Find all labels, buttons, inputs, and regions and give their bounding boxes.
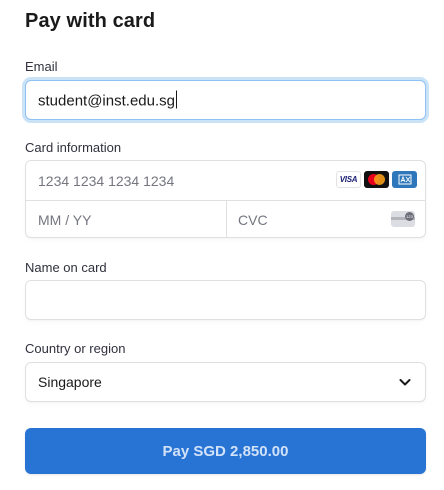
visa-icon: VISA bbox=[336, 171, 361, 188]
email-label: Email bbox=[25, 59, 58, 74]
expiry-field[interactable]: MM / YY bbox=[26, 200, 227, 237]
page-title: Pay with card bbox=[25, 10, 156, 32]
cvc-field[interactable]: CVC 123 bbox=[226, 200, 425, 237]
name-on-card-field[interactable] bbox=[25, 280, 426, 320]
card-number-placeholder[interactable]: 1234 1234 1234 1234 bbox=[38, 173, 174, 189]
card-information-label: Card information bbox=[25, 140, 122, 155]
amex-icon bbox=[392, 171, 417, 188]
chevron-down-icon[interactable] bbox=[399, 377, 411, 387]
email-value[interactable]: student@inst.edu.sg bbox=[38, 90, 177, 110]
name-on-card-label: Name on card bbox=[25, 260, 107, 275]
card-brand-icons: VISA bbox=[336, 171, 417, 188]
country-selected-value[interactable]: Singapore bbox=[38, 374, 102, 390]
cvc-placeholder[interactable]: CVC bbox=[238, 212, 268, 228]
email-field[interactable]: student@inst.edu.sg bbox=[25, 80, 426, 120]
text-caret bbox=[175, 90, 177, 109]
cvc-card-icon: 123 bbox=[391, 211, 415, 227]
country-label: Country or region bbox=[25, 341, 126, 356]
expiry-placeholder[interactable]: MM / YY bbox=[38, 212, 91, 228]
amex-glyph bbox=[398, 174, 411, 185]
card-number-field[interactable]: 1234 1234 1234 1234 VISA bbox=[26, 161, 425, 201]
payment-form: Pay with card Email student@inst.edu.sg … bbox=[0, 0, 444, 490]
mastercard-icon bbox=[364, 171, 389, 188]
country-select[interactable]: Singapore bbox=[25, 362, 426, 402]
pay-button[interactable]: Pay SGD 2,850.00 bbox=[25, 428, 426, 474]
card-information-group: 1234 1234 1234 1234 VISA MM / YY CVC 123 bbox=[25, 160, 426, 238]
